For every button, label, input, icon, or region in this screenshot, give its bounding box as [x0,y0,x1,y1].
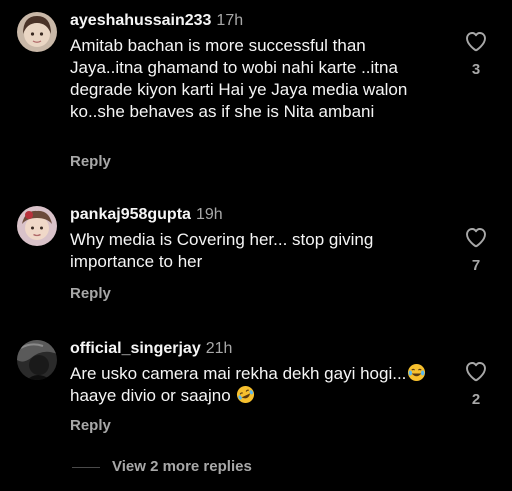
like-group: 7 [464,226,488,275]
heart-icon[interactable] [464,226,488,248]
timestamp: 21h [205,340,233,357]
username[interactable]: ayeshahussain233 [70,12,211,29]
comment-text-part: Are usko camera mai rekha dekh gayi hogi… [70,364,407,383]
like-count[interactable]: 7 [464,257,488,275]
like-count[interactable]: 3 [464,61,488,79]
avatar[interactable] [17,12,57,52]
comments-thread: ayeshahussain233 17h Amitab bachan is mor… [0,0,512,491]
rolling-on-the-floor-laughing-icon [237,385,255,404]
timestamp: 17h [216,12,244,29]
reply-button[interactable]: Reply [70,153,111,171]
avatar[interactable] [17,340,57,380]
comment-text-part: haaye divio or saajno [70,386,236,405]
view-more-replies-button[interactable]: View 2 more replies [72,457,252,477]
reply-button[interactable]: Reply [70,417,111,435]
timestamp: 19h [195,206,223,223]
comment-header: official_singerjay 21h [70,338,232,360]
reply-button[interactable]: Reply [70,285,111,303]
comment-header: pankaj958gupta 19h [70,204,223,226]
comment-header: ayeshahussain233 17h [70,10,243,32]
heart-icon[interactable] [464,30,488,52]
comment-text: Why media is Covering her... stop giving… [70,230,374,271]
avatar[interactable] [17,206,57,246]
username[interactable]: official_singerjay [70,340,201,357]
username[interactable]: pankaj958gupta [70,206,191,223]
like-group: 3 [464,30,488,79]
like-group: 2 [464,360,488,409]
view-more-replies-label: View 2 more replies [112,458,252,475]
heart-icon[interactable] [464,360,488,382]
divider-line [72,466,100,468]
like-count[interactable]: 2 [464,391,488,409]
comment-text: Amitab bachan is more successful than Ja… [70,36,408,121]
comment-text: Are usko camera mai rekha dekh gayi hogi… [70,363,430,407]
face-with-tears-of-joy-icon [408,363,426,382]
